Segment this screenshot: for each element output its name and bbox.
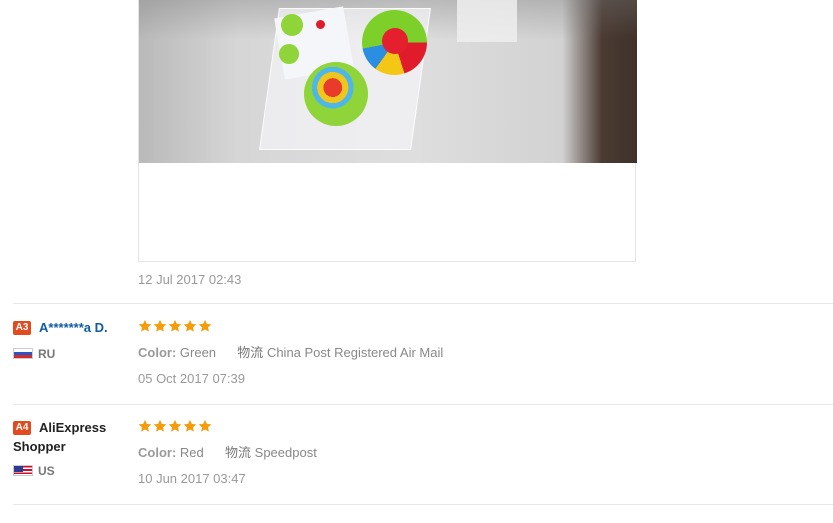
divider: [13, 504, 833, 505]
star-icon: [168, 419, 182, 433]
star-icon: [183, 419, 197, 433]
star-rating: [138, 419, 212, 434]
star-icon: [168, 319, 182, 333]
review-timestamp: 05 Oct 2017 07:39: [138, 371, 245, 386]
star-icon: [138, 419, 152, 433]
buyer-country: RU: [38, 347, 56, 361]
star-icon: [153, 319, 167, 333]
review-timestamp: 10 Jun 2017 03:47: [138, 471, 246, 486]
star-icon: [153, 419, 167, 433]
buyer-level-badge: A3: [13, 321, 31, 335]
review-timestamp: 12 Jul 2017 02:43: [138, 272, 242, 287]
divider: [13, 404, 833, 405]
order-attributes: Color: Red 物流 Speedpost: [138, 442, 317, 461]
buyer-name[interactable]: A*******a D.: [39, 318, 108, 337]
review-photo-frame[interactable]: [138, 0, 637, 262]
shipping-value: China Post Registered Air Mail: [266, 345, 444, 360]
star-icon: [198, 419, 212, 433]
star-rating: [138, 319, 212, 334]
shipping-value: Speedpost: [254, 445, 317, 460]
usa-flag-icon: [13, 465, 33, 476]
star-icon: [183, 319, 197, 333]
review-photo[interactable]: [139, 0, 637, 163]
color-value: Green: [179, 345, 217, 360]
buyer-name[interactable]: AliExpress Shopper: [13, 418, 123, 456]
shipping-label: 物流: [237, 345, 264, 360]
color-label: Color:: [138, 445, 177, 460]
star-icon: [138, 319, 152, 333]
buyer-country: US: [38, 464, 55, 478]
divider: [13, 303, 833, 304]
shipping-label: 物流: [225, 445, 252, 460]
order-attributes: Color: Green 物流 China Post Registered Ai…: [138, 342, 443, 361]
star-icon: [198, 319, 212, 333]
russia-flag-icon: [13, 348, 33, 359]
color-value: Red: [179, 445, 204, 460]
color-label: Color:: [138, 345, 177, 360]
